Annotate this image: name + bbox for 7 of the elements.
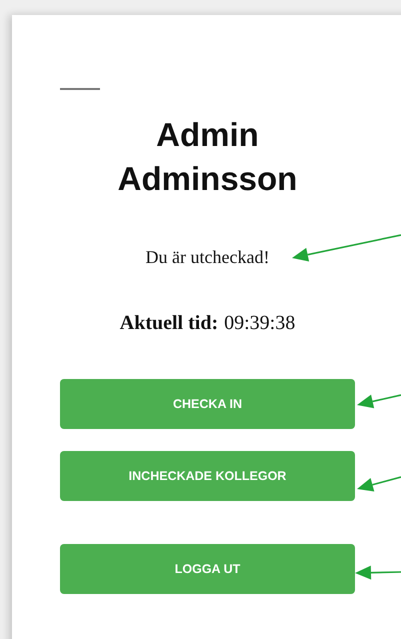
time-value: 09:39:38 [224, 311, 296, 335]
action-button[interactable]: CHECKA IN [60, 379, 355, 429]
user-name: Admin Adminsson [116, 115, 298, 199]
status-message: Du är utcheckad! [146, 246, 270, 269]
action-button[interactable]: INCHECKADE KOLLEGOR [60, 451, 355, 501]
action-button[interactable]: LOGGA UT [60, 544, 355, 594]
time-label: Aktuell tid: [120, 311, 218, 335]
